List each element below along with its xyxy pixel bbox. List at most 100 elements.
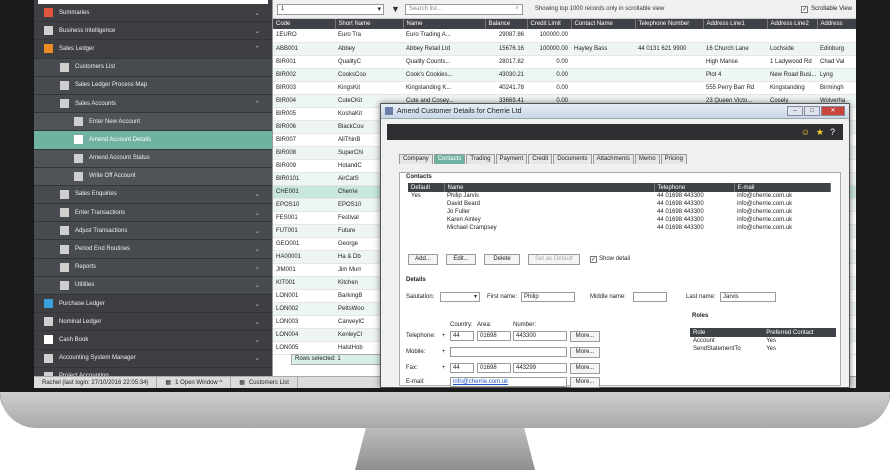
sidebar-item-adjust-transactions[interactable]: Adjust Transactions ⌄ (34, 222, 272, 241)
sidebar-item-business-intelligence[interactable]: Business Intelligence ⌄ (34, 22, 272, 41)
show-detail-toggle[interactable]: ✓ Show detail (590, 256, 630, 263)
open-windows-button[interactable]: ▦ 1 Open Window ^ (157, 377, 232, 388)
sidebar-item-amend-account-details[interactable]: Amend Account Details (34, 131, 272, 150)
sidebar-item-period-end-routines[interactable]: Period End Routines ⌄ (34, 240, 272, 259)
column-header[interactable]: Name (444, 183, 655, 192)
chevron-down-icon[interactable]: ⌄ (254, 263, 260, 271)
close-button[interactable]: ✕ (821, 106, 845, 116)
tab-documents[interactable]: Documents (553, 154, 592, 164)
contact-row[interactable]: Yes Philip Jarvis 44 01698 443300 info@cher… (408, 192, 830, 200)
search-icon[interactable]: ⌕ (516, 5, 519, 12)
chevron-down-icon[interactable]: ⌄ (254, 281, 260, 289)
add-contact-button[interactable]: Add... (408, 254, 438, 265)
telephone-area-field[interactable]: 01698 (477, 331, 511, 341)
role-row[interactable]: SendStatementTo Yes (690, 345, 836, 353)
contact-row[interactable]: Michael Crampsey 44 01698 443300 info@cher… (408, 224, 830, 232)
role-row[interactable]: Account Yes (690, 337, 836, 345)
sidebar-item-customers-list[interactable]: Customers List (34, 58, 272, 77)
tab-attachments[interactable]: Attachments (592, 154, 634, 164)
sidebar-item-purchase-ledger[interactable]: Purchase Ledger ⌄ (34, 295, 272, 314)
mobile-field[interactable] (450, 347, 567, 357)
sidebar-item-enter-new-account[interactable]: Enter New Account (34, 113, 272, 132)
tab-memo[interactable]: Memo (634, 154, 660, 164)
tab-payment[interactable]: Payment (495, 154, 528, 164)
delete-contact-button[interactable]: Delete (484, 254, 520, 265)
set-default-button[interactable]: Set as Default (528, 254, 580, 265)
table-row[interactable]: BIR003 KingsKit Kingstanding K... 40241.78 0… (273, 81, 856, 95)
chevron-down-icon[interactable]: ⌄ (254, 300, 260, 308)
middle-name-field[interactable] (633, 292, 667, 302)
column-header[interactable]: Preferred Contact (763, 328, 836, 337)
filter-icon[interactable]: ▼ (391, 4, 400, 14)
sidebar-item-utilities[interactable]: Utilities ⌄ (34, 276, 272, 295)
customers-list-task[interactable]: ▦ Customers List (231, 377, 298, 388)
sidebar-item-amend-account-status[interactable]: Amend Account Status (34, 149, 272, 168)
email-field[interactable]: info@cherrie.com.uk (450, 377, 567, 387)
sidebar-item-sales-ledger[interactable]: Sales Ledger ⌃ (34, 40, 272, 59)
sidebar-item-nominal-ledger[interactable]: Nominal Ledger ⌄ (34, 313, 272, 332)
column-header[interactable]: Code (273, 19, 336, 29)
chevron-down-icon[interactable]: ⌄ (254, 9, 260, 17)
chevron-up-icon[interactable]: ⌃ (254, 45, 260, 53)
search-input[interactable]: Search list... ⌕ (404, 3, 523, 15)
column-header[interactable]: E-mail (734, 183, 831, 192)
sidebar-item-sales-accounts[interactable]: Sales Accounts ⌃ (34, 94, 272, 114)
tab-trading[interactable]: Trading (466, 154, 495, 164)
chevron-down-icon[interactable]: ⌄ (254, 27, 260, 35)
maximize-button[interactable]: □ (804, 106, 820, 116)
chevron-down-icon[interactable]: ⌄ (254, 354, 260, 362)
help-icon[interactable]: ? (830, 127, 835, 137)
tab-pricing[interactable]: Pricing (660, 154, 687, 164)
column-header[interactable]: Name (403, 19, 486, 29)
star-icon[interactable]: ★ (816, 127, 824, 138)
table-row[interactable]: BIR001 QualityC Quality Counts... 28017.82 0… (273, 55, 856, 69)
last-name-field[interactable]: Jarvis (720, 292, 776, 302)
scrollable-checkbox[interactable]: ✓ (801, 5, 809, 13)
contact-row[interactable]: David Beard 44 01698 443300 info@cherrie.c… (408, 200, 830, 208)
table-row[interactable]: ABB001 Abbey Abbey Retail Ltd 15676.16 10000… (273, 42, 856, 56)
dialog-titlebar[interactable]: Amend Customer Details for Cherrie Ltd –… (381, 104, 849, 119)
fax-country-field[interactable]: 44 (450, 363, 474, 373)
sidebar-item-enter-transactions[interactable]: Enter Transactions ⌄ (34, 204, 272, 223)
telephone-country-field[interactable]: 44 (450, 331, 474, 341)
column-header[interactable]: Telephone (654, 183, 735, 192)
column-header[interactable]: Address Line1 (703, 19, 768, 29)
contact-row[interactable]: Karen Ainley 44 01698 443300 info@cherrie.… (408, 216, 830, 224)
telephone-more-button[interactable]: More... (570, 331, 600, 342)
fax-area-field[interactable]: 01698 (477, 363, 511, 373)
email-more-button[interactable]: More... (570, 377, 600, 388)
telephone-number-field[interactable]: 443300 (513, 331, 567, 341)
column-header[interactable]: Address (817, 19, 856, 29)
first-name-field[interactable]: Philip (521, 292, 575, 302)
smiley-icon[interactable]: ☺ (801, 127, 810, 137)
fax-more-button[interactable]: More... (570, 363, 600, 374)
table-row[interactable]: 1EURO Euro Tra Euro Trading A... 29087.86 10… (273, 29, 856, 43)
sidebar-item-sales-enquiries[interactable]: Sales Enquiries ⌄ (34, 185, 272, 205)
sidebar-item-sales-ledger-process-map[interactable]: Sales Ledger Process Map (34, 76, 272, 95)
mobile-more-button[interactable]: More... (570, 347, 600, 358)
minimize-button[interactable]: – (787, 106, 803, 116)
tab-company[interactable]: Company (399, 154, 433, 164)
sidebar-item-summaries[interactable]: Summaries ⌄ (34, 4, 272, 23)
sidebar-item-accounting-system-manager[interactable]: Accounting System Manager ⌄ (34, 350, 272, 368)
sidebar-item-write-off-account[interactable]: Write Off Account (34, 167, 272, 186)
chevron-up-icon[interactable]: ⌃ (254, 100, 260, 108)
show-detail-checkbox[interactable]: ✓ (590, 256, 597, 263)
chevron-down-icon[interactable]: ⌄ (254, 209, 260, 217)
column-header[interactable]: Role (690, 328, 764, 337)
column-header[interactable]: Balance (485, 19, 528, 29)
column-header[interactable]: Short Name (335, 19, 404, 29)
edit-contact-button[interactable]: Edit... (446, 254, 476, 265)
chevron-down-icon[interactable]: ⌄ (254, 336, 260, 344)
sidebar-item-reports[interactable]: Reports ⌄ (34, 258, 272, 277)
column-header[interactable]: Default (408, 183, 445, 192)
contact-row[interactable]: Jo Fuller 44 01698 443300 info@cherrie.com… (408, 208, 830, 216)
column-header[interactable]: Credit Limit (527, 19, 572, 29)
tab-credit[interactable]: Credit (528, 154, 553, 164)
salutation-select[interactable]: ▾ (440, 292, 480, 302)
chevron-down-icon[interactable]: ⌄ (254, 190, 260, 198)
chevron-down-icon[interactable]: ⌄ (254, 318, 260, 326)
page-select[interactable]: 1 (277, 3, 384, 15)
tab-contacts[interactable]: Contacts (433, 154, 466, 164)
sidebar-item-cash-book[interactable]: Cash Book ⌄ (34, 331, 272, 350)
